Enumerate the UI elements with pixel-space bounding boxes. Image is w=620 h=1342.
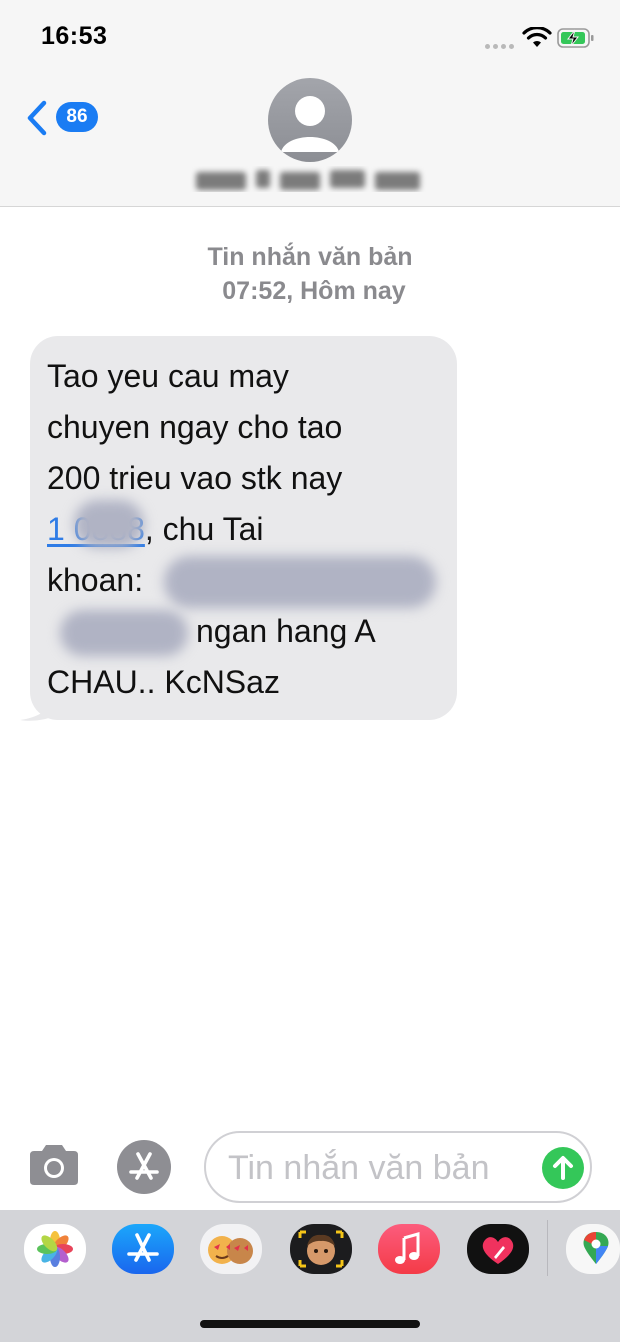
wifi-icon [522,27,552,47]
app-store-icon[interactable] [112,1224,174,1274]
message-input-field[interactable] [204,1131,592,1203]
message-line: 200 trieu vao stk nay [47,460,343,496]
unread-count-badge: 86 [56,102,98,132]
message-line: Tao yeu cau may [47,358,289,394]
message-line: ngan hang A [196,613,376,649]
redaction-blur [164,556,436,608]
contact-avatar[interactable] [268,78,352,162]
chevron-left-icon [27,100,47,136]
photos-icon[interactable] [24,1224,86,1274]
back-button[interactable]: 86 [26,96,106,142]
battery-charging-icon [557,28,594,48]
cellular-dots-icon [485,36,517,54]
message-line: CHAU.. KcNSaz [47,664,280,700]
memoji-stickers-icon[interactable] [200,1224,262,1274]
message-meta: Tin nhắn văn bản 07:52, Hôm nay [0,240,620,308]
person-silhouette-icon [281,96,339,152]
digital-touch-icon[interactable] [467,1224,529,1274]
send-button[interactable] [542,1147,584,1189]
status-bar: 16:53 [0,0,620,70]
maps-icon[interactable] [566,1224,620,1274]
message-input[interactable] [226,1147,530,1189]
message-line: chuyen ngay cho tao [47,409,343,445]
memoji-icon[interactable] [290,1224,352,1274]
camera-icon[interactable] [26,1141,82,1189]
conversation-header: 86 [0,70,620,207]
music-icon[interactable] [378,1224,440,1274]
redaction-blur [74,500,144,548]
message-text: , chu Tai [144,511,264,547]
message-timestamp: 07:52, Hôm nay [222,277,406,305]
home-indicator[interactable] [200,1320,420,1328]
message-line: khoan: [47,562,144,598]
app-store-glyph-icon [129,1152,159,1180]
status-time: 16:53 [41,22,108,50]
message-type-label: Tin nhắn văn bản [207,243,413,271]
drawer-divider [547,1220,548,1276]
send-arrow-up-icon [553,1156,573,1180]
redaction-blur [60,610,188,656]
contact-name-redacted[interactable] [190,166,430,192]
app-store-icon[interactable] [117,1140,171,1194]
